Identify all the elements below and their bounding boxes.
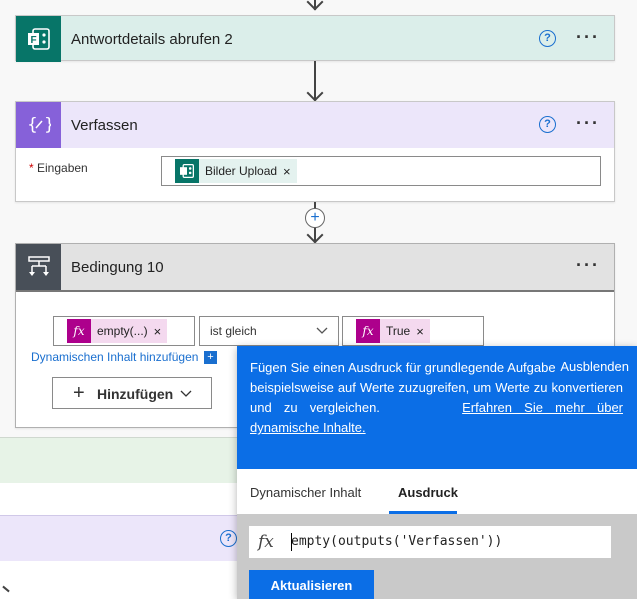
fx-icon: fx (356, 319, 380, 343)
condition-right-operand[interactable]: fx True × (342, 316, 484, 346)
inputs-label: Eingaben (37, 161, 88, 175)
expression-input[interactable]: fx empty(outputs('Verfassen')) (249, 526, 611, 558)
svg-text:F: F (30, 35, 36, 46)
popup-tabs: Dynamischer Inhalt Ausdruck (237, 469, 637, 514)
add-dynamic-content-link[interactable]: Dynamischen Inhalt hinzufügen (31, 350, 198, 364)
expression-token[interactable]: fx True × (356, 319, 430, 343)
expression-text[interactable]: empty(outputs('Verfassen')) (291, 534, 502, 549)
flow-designer-canvas: F Antwortdetails abrufen 2 ? ··· {} Verf… (0, 0, 637, 599)
help-icon[interactable]: ? (539, 116, 556, 133)
dynamic-content-token[interactable]: Bilder Upload × (175, 159, 297, 183)
step-title: Bedingung 10 (71, 258, 164, 276)
fx-icon: fx (258, 532, 274, 552)
add-button-label: Hinzufügen (97, 386, 174, 402)
condition-icon (16, 244, 61, 290)
tab-expression[interactable]: Ausdruck (398, 485, 458, 500)
help-icon[interactable]: ? (220, 530, 237, 547)
token-label: empty(...) (97, 324, 148, 338)
operator-value: ist gleich (210, 324, 257, 338)
chevron-down-icon (316, 327, 328, 334)
plus-icon: + (73, 382, 85, 404)
fx-icon: fx (67, 319, 91, 343)
required-asterisk: * (29, 161, 34, 175)
remove-token-icon[interactable]: × (283, 164, 297, 179)
more-options-icon[interactable]: ··· (576, 28, 600, 46)
insert-step-button[interactable]: + (305, 208, 325, 228)
more-options-icon[interactable]: ··· (576, 256, 600, 274)
connector-arrow (306, 0, 324, 11)
token-label: True (386, 324, 411, 338)
inputs-field[interactable]: Bilder Upload × (161, 156, 601, 186)
step-card-antwortdetails[interactable]: F Antwortdetails abrufen 2 ? ··· (15, 15, 615, 62)
step-title: Verfassen (71, 116, 138, 134)
step-card-verfassen[interactable]: {} Verfassen ? ··· * Eingaben Bilder Upl… (15, 101, 615, 202)
forms-icon: F (16, 16, 61, 62)
add-dynamic-content-plus-icon[interactable]: + (204, 351, 217, 364)
hide-popup-link[interactable]: Ausblenden (556, 359, 629, 374)
svg-text:{: { (27, 115, 38, 135)
connector-arrow (306, 226, 324, 244)
text-caret (291, 533, 292, 551)
step-title: Antwortdetails abrufen 2 (71, 30, 233, 48)
compose-icon: {} (16, 102, 61, 148)
condition-left-operand[interactable]: fx empty(...) × (53, 316, 195, 346)
connector-arrow (306, 84, 324, 102)
forms-icon (175, 159, 199, 183)
expression-token[interactable]: fx empty(...) × (67, 319, 168, 343)
more-options-icon[interactable]: ··· (576, 114, 600, 132)
help-icon[interactable]: ? (539, 30, 556, 47)
token-label: Bilder Upload (205, 164, 278, 178)
svg-text:}: } (44, 115, 51, 135)
operator-dropdown[interactable]: ist gleich (199, 316, 339, 346)
expression-popup: Fügen Sie einen Ausdruck für grundlegend… (237, 346, 637, 599)
chevron-down-icon (180, 390, 192, 397)
expression-editor-area: fx empty(outputs('Verfassen')) Aktualisi… (237, 514, 637, 599)
remove-token-icon[interactable]: × (416, 324, 430, 339)
remove-token-icon[interactable]: × (154, 324, 168, 339)
update-button[interactable]: Aktualisieren (249, 570, 374, 599)
add-button[interactable]: + Hinzufügen (52, 377, 212, 409)
tab-dynamic-content[interactable]: Dynamischer Inhalt (250, 485, 361, 500)
